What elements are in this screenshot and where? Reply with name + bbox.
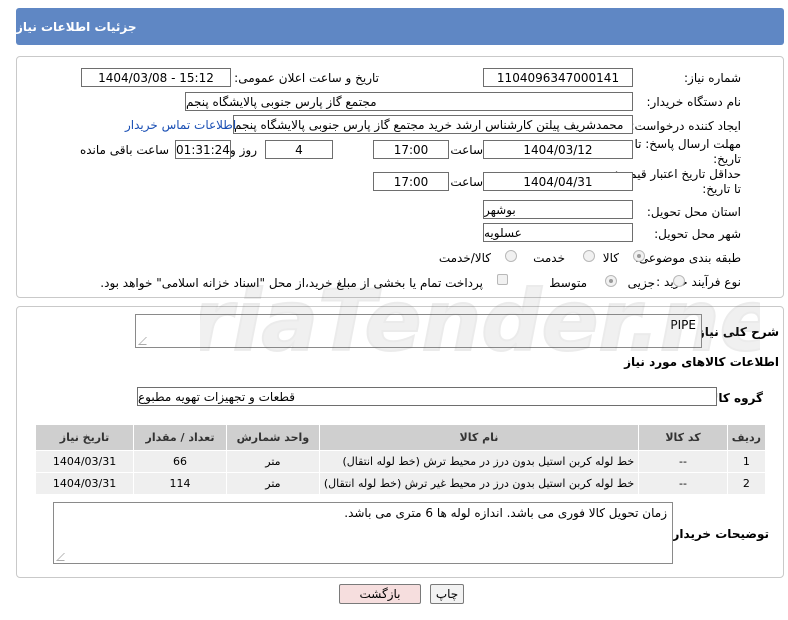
payment-note: پرداخت تمام یا بخشی از مبلغ خرید،از محل …	[100, 276, 483, 290]
city-label: شهر محل تحویل:	[654, 227, 741, 241]
row-qty: 66	[133, 450, 227, 473]
col-code: کد کالا	[638, 424, 728, 451]
need-info-panel: شماره نیاز: 1104096347000141 تاریخ و ساع…	[16, 56, 784, 298]
buyer-notes-label: توضیحات خریدار:	[667, 527, 769, 541]
goods-table-header: ردیف کد کالا نام کالا واحد شمارش تعداد /…	[34, 424, 767, 451]
row-index: 1	[726, 450, 767, 473]
deadline-date-field: 1404/03/12	[483, 140, 633, 159]
col-row: ردیف	[726, 424, 767, 451]
validity-label-line1: حداقل تاریخ اعتبار قیمت:	[614, 167, 741, 181]
creator-label: ایجاد کننده درخواست:	[630, 119, 741, 133]
row-name: خط لوله کربن استیل بدون درز در محیط ترش …	[318, 450, 640, 473]
validity-time-field: 17:00	[373, 172, 449, 191]
need-number-label: شماره نیاز:	[684, 71, 741, 85]
category-radio-goods[interactable]	[633, 250, 645, 262]
category-label: طبقه بندی موضوعی:	[634, 251, 741, 265]
deadline-time-label: ساعت	[450, 143, 483, 157]
need-number-field: 1104096347000141	[483, 68, 633, 87]
summary-label: شرح کلی نیاز:	[693, 325, 779, 339]
items-section-title: اطلاعات کالاهای مورد نیاز	[624, 355, 779, 369]
buyer-contact-link[interactable]: اطلاعات تماس خریدار	[125, 118, 236, 132]
category-option-service: خدمت	[533, 251, 565, 265]
row-code: --	[638, 450, 728, 473]
deadline-label-line1: مهلت ارسال پاسخ: تا	[634, 137, 741, 151]
row-name: خط لوله کربن استیل بدون درز در محیط غیر …	[318, 472, 640, 495]
buyer-notes-text: زمان تحویل کالا فوری می باشد. اندازه لول…	[344, 506, 667, 520]
col-qty: تعداد / مقدار	[133, 424, 227, 451]
row-date: 1404/03/31	[34, 472, 135, 495]
page-header: جزئیات اطلاعات نیاز	[16, 8, 784, 45]
row-qty: 114	[133, 472, 227, 495]
announce-date-field: 1404/03/08 - 15:12	[81, 68, 231, 87]
resize-grip-icon	[56, 553, 72, 561]
buyer-notes-textarea: زمان تحویل کالا فوری می باشد. اندازه لول…	[53, 502, 673, 564]
goods-group-field: قطعات و تجهیزات تهویه مطبوع	[137, 387, 717, 406]
days-remaining-field: 4	[265, 140, 333, 159]
process-radio-minor[interactable]	[673, 275, 685, 287]
city-field: عسلویه	[483, 223, 633, 242]
category-radio-goods-service[interactable]	[505, 250, 517, 262]
need-details-panel: شرح کلی نیاز: PIPE اطلاعات کالاهای مورد …	[16, 306, 784, 578]
table-row: 1 -- خط لوله کربن استیل بدون درز در محیط…	[34, 450, 767, 473]
table-row: 2 -- خط لوله کربن استیل بدون درز در محیط…	[34, 472, 767, 495]
goods-table: ردیف کد کالا نام کالا واحد شمارش تعداد /…	[34, 424, 767, 495]
time-remaining-label: ساعت باقی مانده	[79, 143, 169, 157]
validity-label: حداقل تاریخ اعتبار قیمت: تا تاریخ:	[614, 167, 741, 197]
row-unit: متر	[225, 472, 320, 495]
validity-time-label: ساعت	[450, 175, 483, 189]
process-option-minor: جزیی	[627, 276, 655, 290]
col-name: نام کالا	[318, 424, 640, 451]
page-title: جزئیات اطلاعات نیاز	[16, 19, 137, 34]
time-remaining-field: 01:31:24	[175, 140, 231, 159]
deadline-label: مهلت ارسال پاسخ: تا تاریخ:	[634, 137, 741, 167]
announce-date-label: تاریخ و ساعت اعلان عمومی:	[234, 71, 379, 85]
creator-field: محمدشریف پیلتن کارشناس ارشد خرید مجتمع گ…	[233, 115, 633, 134]
row-unit: متر	[225, 450, 320, 473]
province-label: استان محل تحویل:	[646, 205, 741, 219]
validity-date-field: 1404/04/31	[483, 172, 633, 191]
row-index: 2	[726, 472, 767, 495]
category-radio-service[interactable]	[583, 250, 595, 262]
col-date: تاریخ نیاز	[34, 424, 135, 451]
summary-textarea: PIPE	[135, 314, 702, 348]
print-button[interactable]: چاپ	[430, 584, 464, 604]
process-option-medium: متوسط	[549, 276, 587, 290]
deadline-time-field: 17:00	[373, 140, 449, 159]
process-radio-medium[interactable]	[605, 275, 617, 287]
row-code: --	[638, 472, 728, 495]
days-label: روز و	[230, 143, 257, 157]
buyer-org-field: مجتمع گاز پارس جنوبی پالایشگاه پنجم	[185, 92, 633, 111]
process-label: نوع فرآیند خرید :	[656, 275, 741, 289]
back-button[interactable]: بازگشت	[339, 584, 421, 604]
col-unit: واحد شمارش	[225, 424, 320, 451]
treasury-checkbox[interactable]	[497, 274, 508, 285]
buyer-org-label: نام دستگاه خریدار:	[646, 95, 742, 109]
summary-text: PIPE	[670, 318, 696, 332]
row-date: 1404/03/31	[34, 450, 135, 473]
deadline-label-line2: تاریخ:	[713, 152, 741, 166]
category-option-goods: کالا	[602, 251, 619, 265]
province-field: بوشهر	[483, 200, 633, 219]
resize-grip-icon	[138, 337, 154, 345]
validity-label-line2: تا تاریخ:	[702, 182, 741, 196]
category-option-goods-service: کالا/خدمت	[438, 251, 491, 265]
